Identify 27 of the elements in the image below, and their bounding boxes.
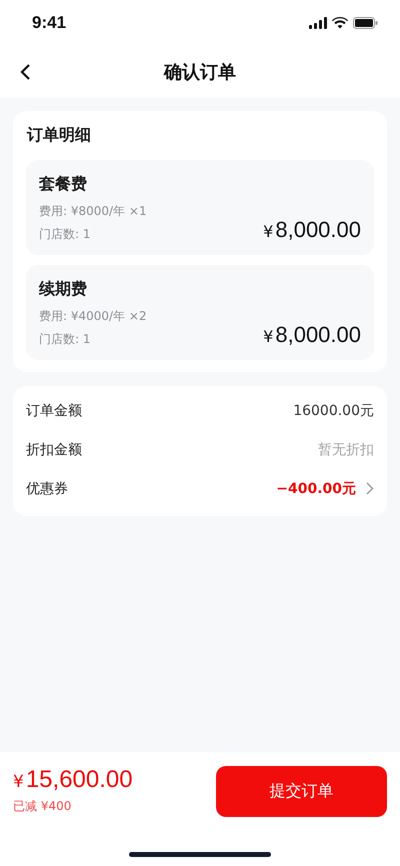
currency-sign: ¥ — [13, 772, 24, 792]
summary-label: 折扣金额 — [26, 440, 82, 458]
fee-name: 续期费 — [39, 279, 88, 300]
fee-amount: 8,000.00 — [275, 322, 361, 348]
status-time: 9:41 — [32, 13, 66, 33]
signal-icon — [309, 17, 327, 29]
summary-label: 优惠券 — [26, 480, 68, 498]
currency-sign: ¥ — [263, 222, 274, 241]
total-amount: 15,600.00 — [26, 766, 133, 794]
store-count: 门店数: 1 — [39, 226, 92, 243]
page-title: 确认订单 — [164, 61, 236, 84]
card-title: 订单明细 — [27, 125, 92, 146]
fee-rate: 费用: ¥4000/年 ×2 — [39, 308, 147, 325]
summary-value: −400.00元 — [276, 480, 356, 498]
summary-label: 订单金额 — [26, 402, 82, 420]
saved-amount: 已减 ¥400 — [13, 798, 72, 815]
fee-name: 套餐费 — [39, 174, 88, 195]
store-count: 门店数: 1 — [39, 331, 92, 348]
fee-amount: 8,000.00 — [275, 217, 361, 243]
wifi-icon — [332, 17, 348, 29]
fee-rate: 费用: ¥8000/年 ×1 — [39, 203, 147, 220]
battery-icon — [353, 17, 378, 29]
currency-sign: ¥ — [263, 327, 274, 346]
summary-value: 16000.00元 — [293, 402, 374, 420]
submit-order-button[interactable]: 提交订单 — [216, 766, 387, 817]
summary-value: 暂无折扣 — [318, 440, 374, 458]
chevron-right-icon[interactable] — [366, 482, 374, 495]
